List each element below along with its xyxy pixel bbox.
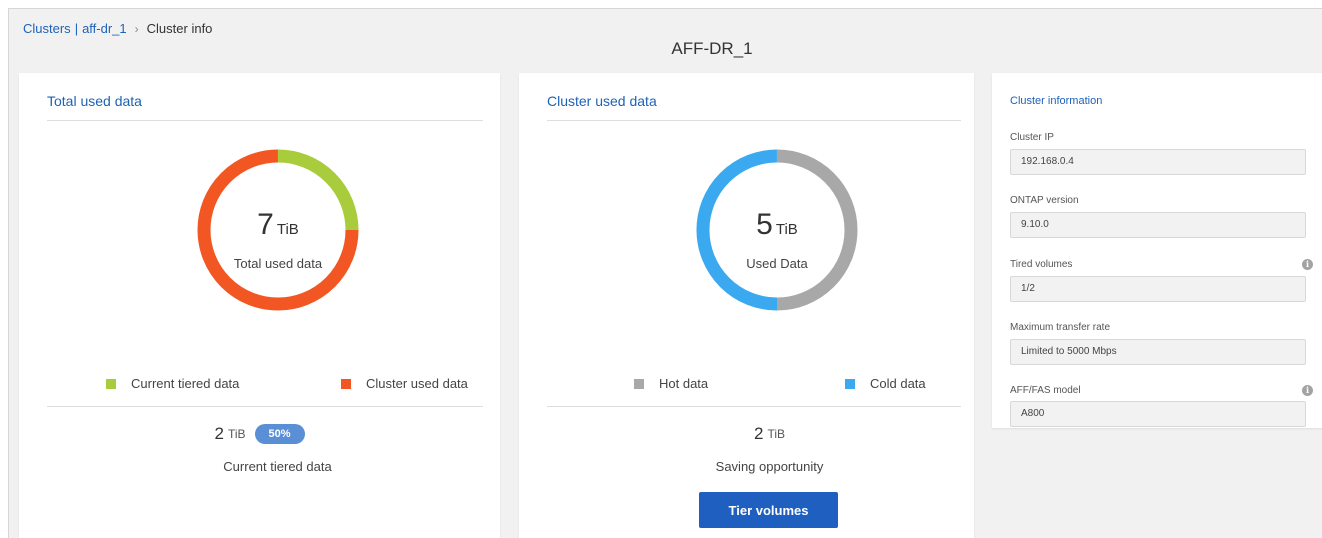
legend-cold: Cold data xyxy=(845,376,926,391)
total-used-data-card: Total used data 7 TiB Total used data Cur… xyxy=(19,73,500,538)
tiered-summary: 2 TiB 50% xyxy=(19,424,500,444)
legend-current-tiered: Current tiered data xyxy=(106,376,239,391)
donut-center: 7 TiB Total used data xyxy=(178,208,378,271)
legend-swatch xyxy=(634,378,644,389)
page-title: AFF-DR_1 xyxy=(671,39,753,58)
donut-label: Total used data xyxy=(233,256,323,271)
summary-value: 2 xyxy=(214,424,224,443)
cluster-information-card: Cluster information Cluster IP 192.168.0… xyxy=(992,73,1322,428)
breadcrumb-clusters-link[interactable]: Clusters xyxy=(23,21,71,36)
card-divider xyxy=(547,406,961,407)
app-frame: Clusters | aff-dr_1 › Cluster info AFF-D… xyxy=(8,8,1322,538)
summary-label: Saving opportunity xyxy=(715,459,824,474)
tier-volumes-button[interactable]: Tier volumes xyxy=(699,492,838,528)
ontap-version-field: 9.10.0 xyxy=(1010,212,1306,238)
legend-hot: Hot data xyxy=(634,376,708,391)
legend-label: Current tiered data xyxy=(131,376,240,391)
cluster-used-value: 5 xyxy=(756,208,773,241)
saving-summary: 2 TiB xyxy=(519,424,1020,444)
legend-label: Cluster used data xyxy=(366,376,468,391)
card-divider xyxy=(47,120,483,121)
donut-center: 5 TiB Used Data xyxy=(677,208,877,271)
summary-unit: TiB xyxy=(227,427,246,441)
summary-label: Current tiered data xyxy=(223,459,332,474)
breadcrumb-cluster-link[interactable]: aff-dr_1 xyxy=(82,21,127,36)
card-title: Total used data xyxy=(47,93,142,109)
info-icon[interactable]: i xyxy=(1302,259,1313,270)
card-title: Cluster used data xyxy=(547,93,657,109)
legend-swatch xyxy=(106,378,116,389)
field-label-aff-fas-model: AFF/FAS model xyxy=(1010,385,1081,396)
legend-swatch xyxy=(341,378,351,389)
field-label-tired-volumes: Tired volumes xyxy=(1010,259,1073,270)
card-title: Cluster information xyxy=(1010,95,1103,107)
cluster-used-unit: TiB xyxy=(775,221,798,238)
card-divider xyxy=(47,406,483,407)
summary-unit: TiB xyxy=(767,427,786,441)
donut-label: Used Data xyxy=(746,256,808,271)
legend-label: Cold data xyxy=(870,376,926,391)
breadcrumb-bar: | xyxy=(74,21,79,36)
total-used-value: 7 xyxy=(257,208,274,241)
percent-badge: 50% xyxy=(254,424,305,444)
breadcrumb-current: Cluster info xyxy=(146,21,213,36)
aff-fas-model-field: A800 xyxy=(1010,401,1306,427)
chevron-right-icon: › xyxy=(134,21,139,36)
info-icon[interactable]: i xyxy=(1302,385,1313,396)
cluster-ip-field: 192.168.0.4 xyxy=(1010,149,1306,175)
summary-value: 2 xyxy=(753,424,764,443)
cluster-used-data-card: Cluster used data 5 TiB Used Data Hot dat… xyxy=(519,73,974,538)
legend-cluster-used: Cluster used data xyxy=(341,376,468,391)
legend-label: Hot data xyxy=(659,376,709,391)
field-label-cluster-ip: Cluster IP xyxy=(1010,132,1054,143)
tired-volumes-field: 1/2 xyxy=(1010,276,1306,302)
max-transfer-rate-field: Limited to 5000 Mbps xyxy=(1010,339,1306,365)
card-divider xyxy=(547,120,961,121)
legend-swatch xyxy=(845,378,855,389)
field-label-ontap-version: ONTAP version xyxy=(1010,195,1079,206)
total-used-unit: TiB xyxy=(276,221,299,238)
breadcrumb: Clusters | aff-dr_1 › Cluster info xyxy=(23,21,212,36)
field-label-max-transfer-rate: Maximum transfer rate xyxy=(1010,322,1111,333)
